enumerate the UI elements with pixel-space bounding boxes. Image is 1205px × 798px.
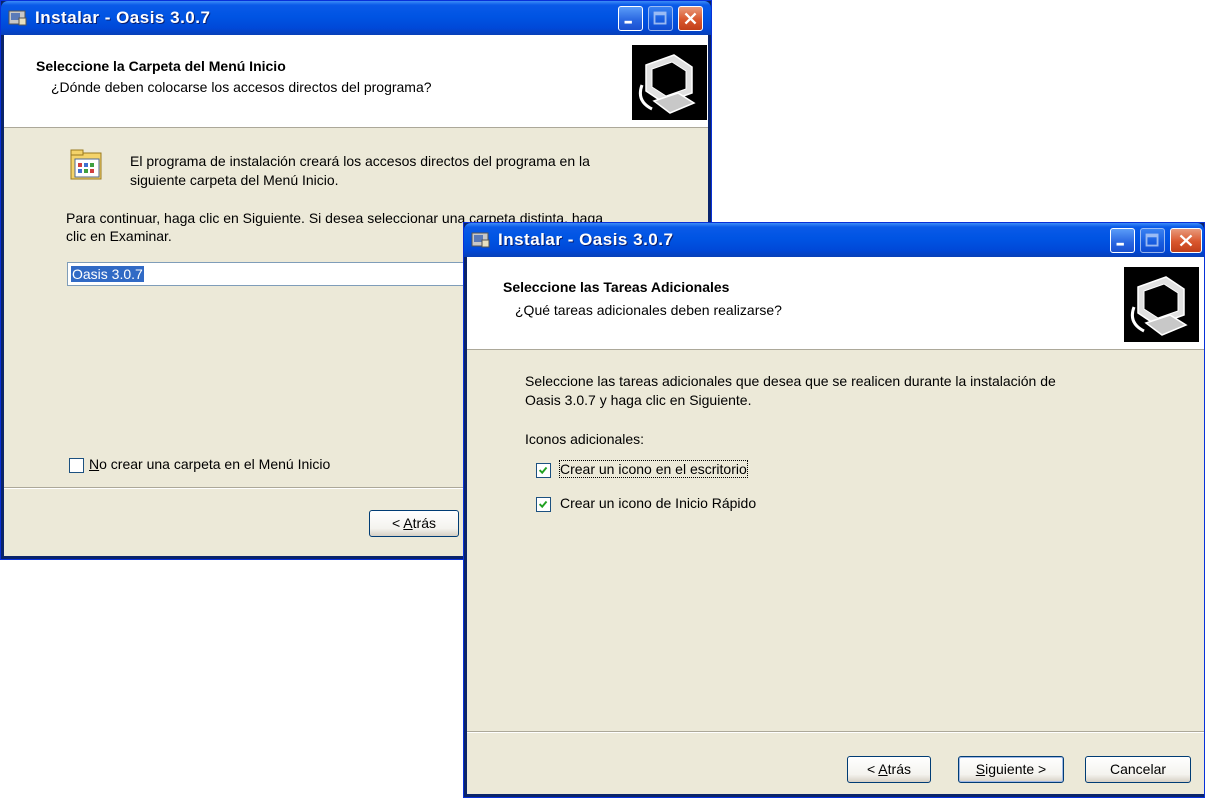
group-label: Iconos adicionales: bbox=[525, 431, 645, 447]
checkmark-icon bbox=[538, 466, 548, 475]
no-folder-checkbox[interactable] bbox=[69, 458, 84, 473]
computer-icon bbox=[1130, 276, 1188, 336]
wizard-header: Seleccione la Carpeta del Menú Inicio ¿D… bbox=[4, 35, 708, 128]
window-body: Seleccione las Tareas Adicionales ¿Qué t… bbox=[467, 257, 1204, 794]
minimize-button[interactable] bbox=[1110, 228, 1135, 253]
cancel-button[interactable]: Cancelar bbox=[1085, 756, 1191, 783]
setup-computer-logo bbox=[632, 45, 707, 120]
quick-launch-checkbox-label[interactable]: Crear un icono de Inicio Rápido bbox=[560, 495, 756, 511]
desktop-icon-checkbox-label[interactable]: Crear un icono en el escritorio bbox=[559, 460, 748, 478]
continue-text-line-2: clic en Examinar. bbox=[66, 228, 172, 244]
front-installer-window: Instalar - Oasis 3.0.7 Seleccione las Ta… bbox=[463, 222, 1205, 798]
computer-icon bbox=[638, 54, 696, 114]
close-button[interactable] bbox=[678, 6, 703, 31]
close-icon bbox=[684, 12, 697, 25]
maximize-icon bbox=[1145, 233, 1159, 247]
installer-icon bbox=[8, 10, 27, 26]
close-icon bbox=[1179, 234, 1193, 247]
folder-input-value: Oasis 3.0.7 bbox=[71, 266, 144, 282]
minimize-button[interactable] bbox=[618, 6, 643, 31]
description-line-1: Seleccione las tareas adicionales que de… bbox=[525, 373, 1056, 389]
installer-icon bbox=[471, 232, 490, 248]
maximize-icon bbox=[653, 11, 667, 25]
wizard-header: Seleccione las Tareas Adicionales ¿Qué t… bbox=[467, 257, 1204, 350]
next-button[interactable]: Siguiente > bbox=[958, 756, 1064, 783]
desktop-icon-checkbox[interactable] bbox=[536, 463, 551, 478]
window-title: Instalar - Oasis 3.0.7 bbox=[35, 8, 211, 27]
minimize-icon bbox=[1116, 242, 1124, 246]
back-button[interactable]: < Atrás bbox=[369, 510, 459, 537]
minimize-icon bbox=[624, 20, 632, 24]
maximize-button[interactable] bbox=[648, 6, 673, 31]
no-folder-checkbox-label[interactable]: No crear una carpeta en el Menú Inicio bbox=[89, 456, 330, 472]
maximize-button[interactable] bbox=[1140, 228, 1165, 253]
description-line-2: Oasis 3.0.7 y haga clic en Siguiente. bbox=[525, 392, 752, 408]
close-button[interactable] bbox=[1170, 228, 1202, 253]
title-bar[interactable]: Instalar - Oasis 3.0.7 bbox=[464, 223, 1204, 257]
folder-program-icon bbox=[69, 147, 105, 183]
back-button[interactable]: < Atrás bbox=[847, 756, 931, 783]
checkmark-icon bbox=[538, 500, 548, 509]
window-title: Instalar - Oasis 3.0.7 bbox=[498, 230, 674, 249]
page-title: Seleccione la Carpeta del Menú Inicio bbox=[36, 58, 286, 74]
info-text-line-1: El programa de instalación creará los ac… bbox=[130, 153, 590, 169]
setup-computer-logo bbox=[1124, 267, 1199, 342]
title-bar[interactable]: Instalar - Oasis 3.0.7 bbox=[1, 1, 711, 35]
footer-separator bbox=[467, 731, 1204, 733]
page-subtitle: ¿Qué tareas adicionales deben realizarse… bbox=[515, 302, 782, 318]
quick-launch-checkbox[interactable] bbox=[536, 497, 551, 512]
page-subtitle: ¿Dónde deben colocarse los accesos direc… bbox=[51, 79, 432, 95]
info-text-line-2: siguiente carpeta del Menú Inicio. bbox=[130, 172, 339, 188]
page-title: Seleccione las Tareas Adicionales bbox=[503, 279, 730, 295]
